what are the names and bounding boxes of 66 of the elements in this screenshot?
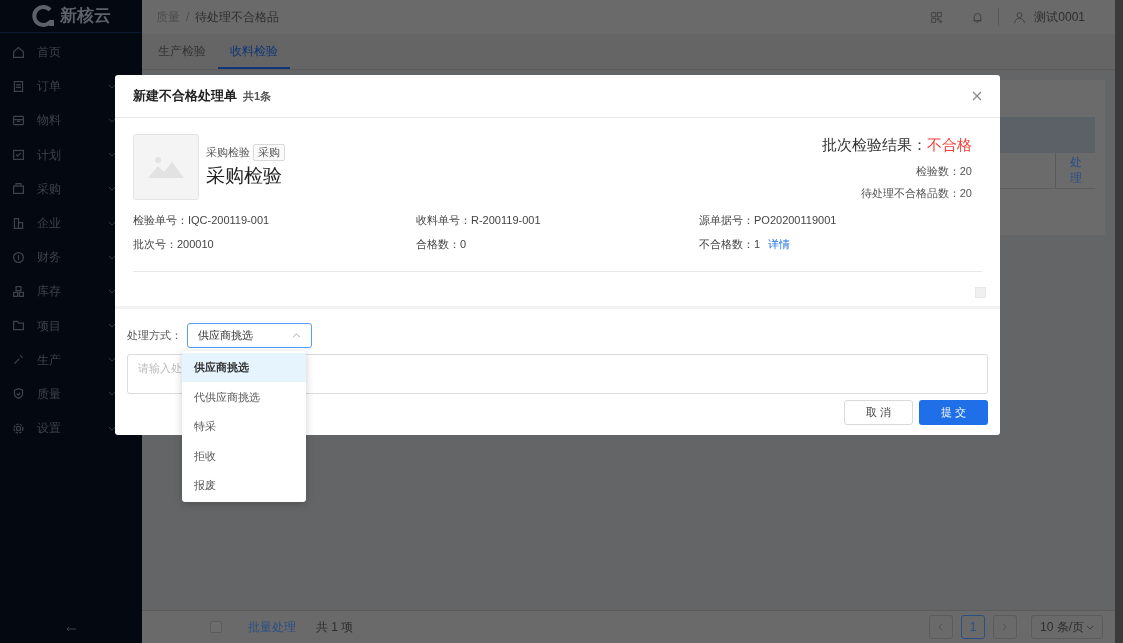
field-text: 检验单号：IQC-200119-001 [133, 212, 270, 228]
bell-icon[interactable] [971, 10, 985, 24]
field-text: 不合格数：1 [699, 237, 761, 252]
close-icon[interactable] [972, 91, 982, 101]
coin-icon [12, 250, 25, 264]
dropdown-option[interactable]: 供应商挑选 [182, 352, 306, 382]
stat-text: 检验数：20 [915, 163, 972, 179]
category-tag: 采购 [253, 144, 285, 161]
page-size-select[interactable]: 10 条/页 [1031, 615, 1103, 639]
chevron-down-icon [108, 391, 116, 397]
modal-title: 新建不合格处理单 [133, 87, 237, 106]
result-label: 批次检验结果： [822, 135, 927, 155]
chevron-down-icon [108, 323, 116, 329]
box-icon [12, 113, 25, 127]
total-count: 共 1 项 [316, 619, 354, 636]
field-text: 源单据号：PO20200119001 [699, 212, 837, 228]
chevron-down-icon [108, 425, 116, 431]
next-page-button[interactable] [993, 615, 1017, 639]
bag-icon [12, 182, 25, 196]
shield-icon [12, 387, 25, 401]
chevron-up-icon [292, 332, 301, 338]
qr-code-icon[interactable] [930, 10, 944, 24]
category-label: 采购检验 [206, 145, 250, 161]
process-link[interactable]: 处理 [1069, 154, 1082, 187]
page-button[interactable]: 1 [961, 615, 985, 639]
field-text: 收料单号：R-200119-001 [416, 212, 541, 228]
chevron-down-icon [108, 83, 116, 89]
logo-icon [31, 4, 56, 28]
brand-name: 新核云 [59, 5, 111, 28]
dropdown-option[interactable]: 拒收 [182, 441, 306, 471]
inspection-heading: 采购检验 [206, 164, 283, 188]
method-select[interactable]: 供应商挑选 [187, 322, 312, 348]
details-link[interactable]: 详情 [768, 236, 791, 253]
gear-icon [12, 421, 25, 435]
breadcrumb-separator: / [186, 9, 190, 26]
home-icon [12, 45, 25, 59]
check-icon [12, 148, 25, 162]
user-icon[interactable] [1013, 10, 1027, 24]
stat-text: 待处理不合格品数：20 [860, 186, 972, 201]
tab[interactable]: 收料检验 [218, 34, 290, 69]
record-count: 共1条 [243, 88, 272, 104]
folder-icon [12, 319, 25, 333]
collapse-arrow-icon[interactable] [66, 626, 76, 632]
chevron-down-icon [108, 186, 116, 192]
dropdown-option[interactable]: 报废 [182, 470, 306, 500]
cancel-button[interactable]: 取 消 [844, 399, 913, 425]
chevron-down-icon [108, 220, 116, 226]
chevron-right-icon [1002, 623, 1008, 631]
stock-icon [12, 284, 25, 298]
chevron-down-icon [108, 117, 116, 123]
batch-process-link[interactable]: 批量处理 [248, 618, 296, 636]
wrench-icon [12, 353, 25, 367]
method-label: 处理方式： [127, 327, 182, 343]
doc-icon [12, 79, 25, 93]
field-text: 合格数：0 [416, 237, 467, 252]
chevron-down-icon [108, 254, 116, 260]
chevron-down-icon [1086, 624, 1094, 630]
chevron-down-icon [108, 288, 116, 294]
chevron-down-icon [108, 152, 116, 158]
dropdown-option[interactable]: 特采 [182, 411, 306, 441]
chevron-down-icon [108, 357, 116, 363]
sidebar-item[interactable]: 计划 [0, 137, 142, 172]
field-text: 批次号：200010 [133, 237, 214, 252]
result-value: 不合格 [927, 135, 972, 155]
submit-button[interactable]: 提 交 [919, 399, 988, 425]
building-icon [12, 216, 25, 230]
